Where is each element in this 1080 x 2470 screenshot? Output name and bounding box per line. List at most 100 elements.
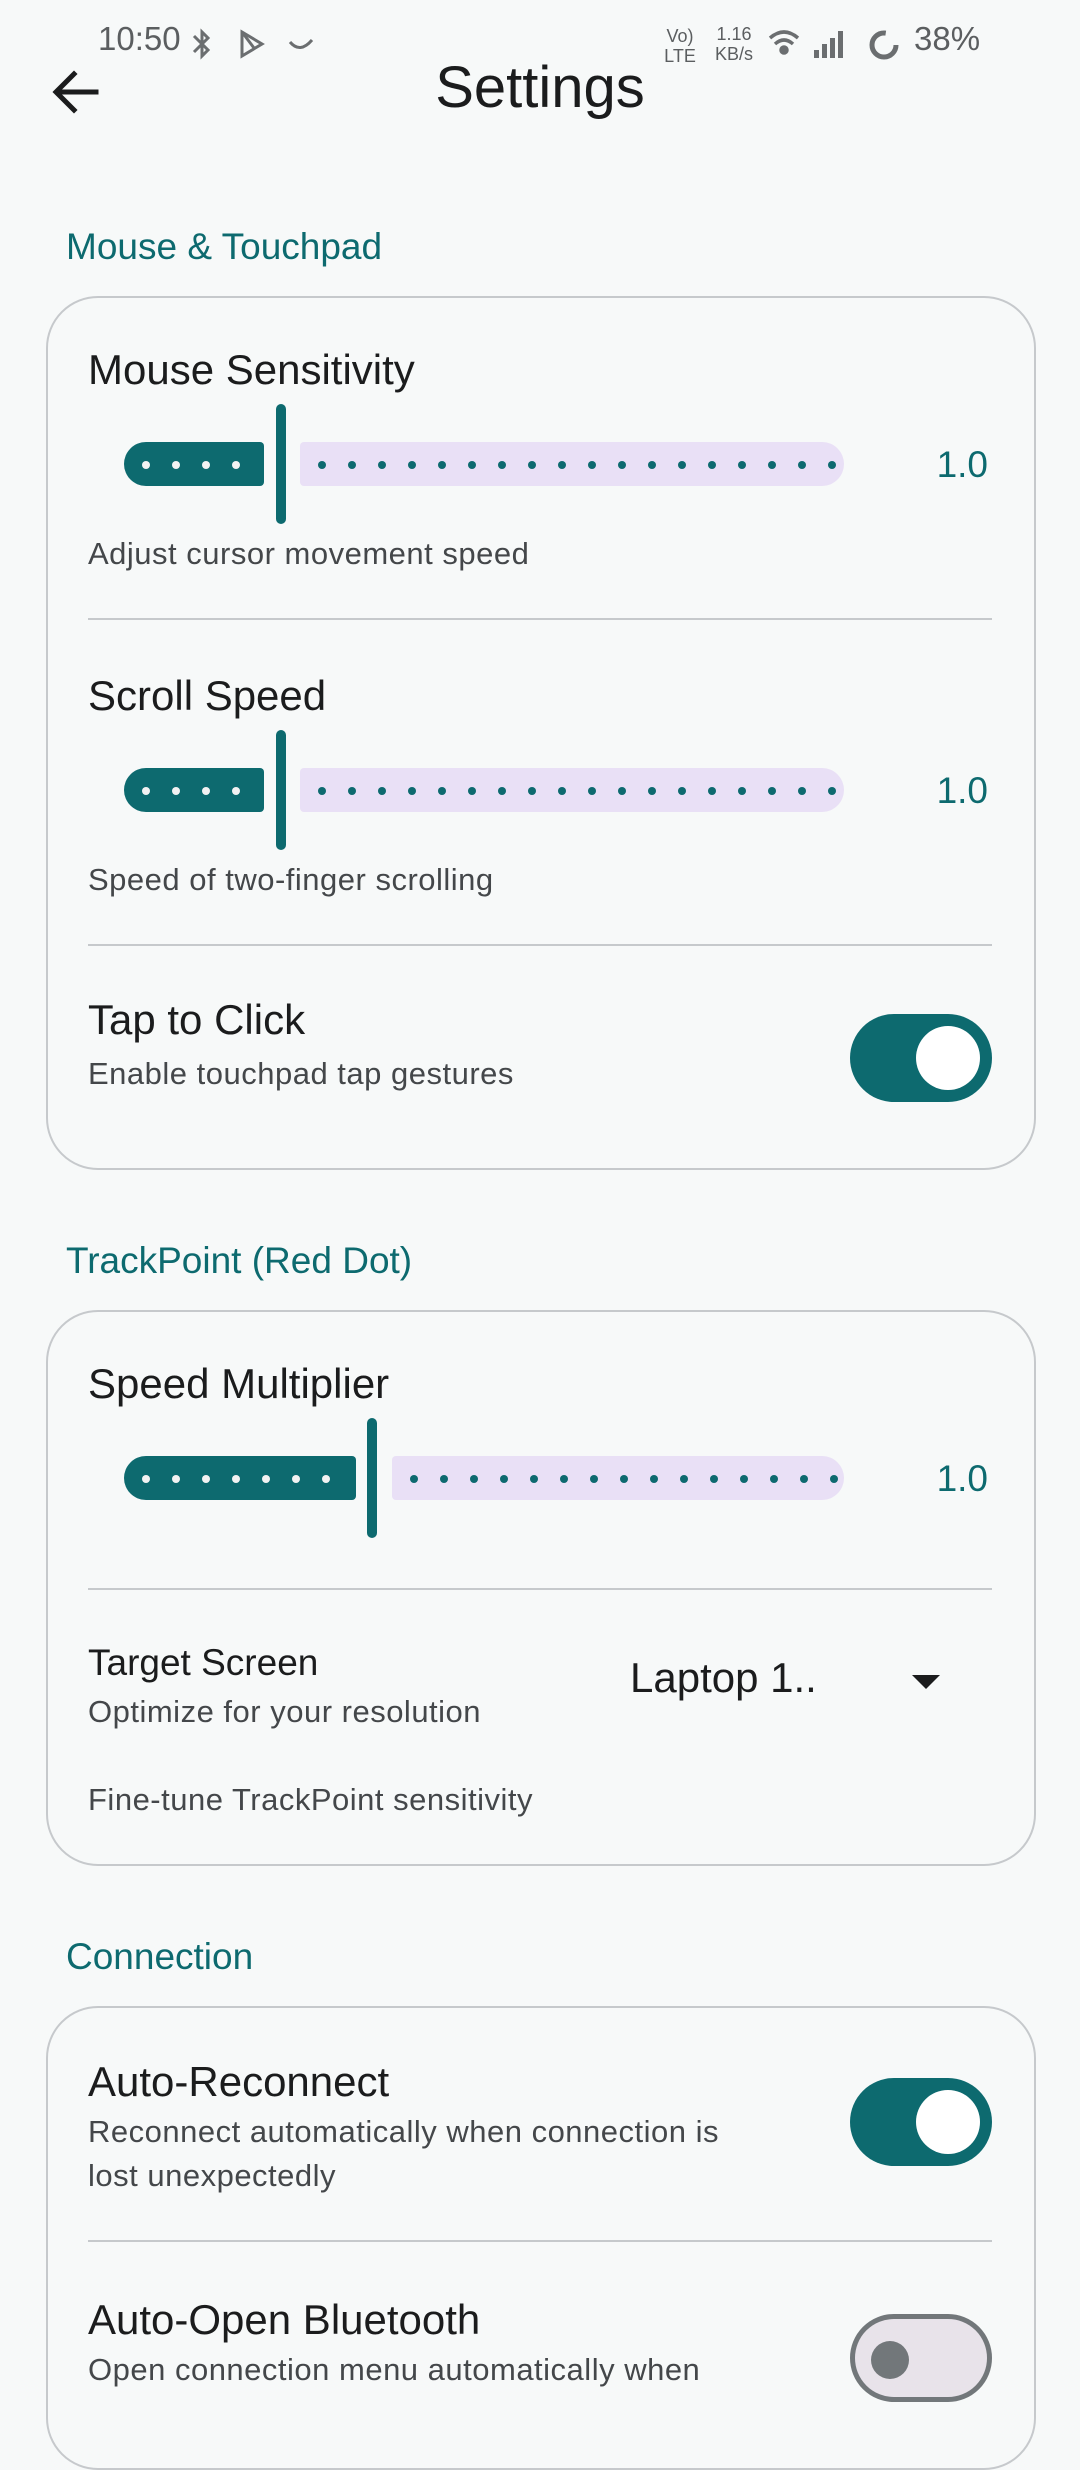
slider-active-track — [124, 442, 264, 486]
slider-tick-dot — [588, 461, 596, 469]
slider-tick-dot — [530, 1475, 538, 1483]
mouse-sensitivity-value: 1.0 — [936, 444, 988, 485]
slider-tick-dot — [708, 787, 716, 795]
scroll-speed-value: 1.0 — [936, 770, 988, 811]
switch-knob — [871, 2341, 909, 2379]
mouse-sensitivity-label: Mouse Sensitivity — [88, 346, 415, 393]
switch-knob — [916, 1026, 980, 1090]
slider-tick-dot — [710, 1475, 718, 1483]
slider-tick-dot — [590, 1475, 598, 1483]
switch-knob — [916, 2090, 980, 2154]
slider-tick-dot — [292, 1475, 300, 1483]
slider-tick-dot — [348, 461, 356, 469]
battery-percent: 38% — [914, 20, 981, 57]
play-store-icon — [240, 29, 265, 59]
section-title-connection: Connection — [66, 1936, 254, 1977]
slider-tick-dot — [172, 1475, 180, 1483]
slider-tick-dot — [618, 787, 626, 795]
section-title-trackpoint: TrackPoint (Red Dot) — [66, 1240, 413, 1281]
slider-tick-dot — [798, 461, 806, 469]
slider-tick-dot — [440, 1475, 448, 1483]
slider-tick-dot — [468, 461, 476, 469]
speed-multiplier-value: 1.0 — [936, 1458, 988, 1499]
tap-to-click-description: Enable touchpad tap gestures — [88, 1056, 514, 1091]
auto-open-bluetooth-description: Open connection menu automatically when — [88, 2352, 701, 2387]
slider-thumb[interactable] — [276, 404, 286, 524]
slider-tick-dot — [500, 1475, 508, 1483]
slider-tick-dot — [438, 787, 446, 795]
target-screen-description: Optimize for your resolution — [88, 1694, 482, 1729]
slider-tick-dot — [588, 787, 596, 795]
auto-reconnect-description-line2: lost unexpectedly — [88, 2158, 337, 2193]
slider-inactive-track — [300, 442, 844, 486]
slider-thumb[interactable] — [276, 730, 286, 850]
target-screen-dropdown[interactable]: Laptop 1.. — [610, 1634, 970, 1730]
slider-tick-dot — [528, 461, 536, 469]
slider-tick-dot — [768, 787, 776, 795]
slider-tick-dot — [438, 461, 446, 469]
slider-tick-dot — [142, 1475, 150, 1483]
slider-tick-dot — [560, 1475, 568, 1483]
auto-open-bluetooth-switch[interactable] — [850, 2314, 992, 2402]
slider-tick-dot — [322, 1475, 330, 1483]
slider-tick-dot — [142, 461, 150, 469]
slider-tick-dot — [650, 1475, 658, 1483]
slider-tick-dot — [798, 787, 806, 795]
slider-tick-dot — [262, 1475, 270, 1483]
slider-tick-dot — [528, 787, 536, 795]
slider-tick-dot — [678, 461, 686, 469]
slider-tick-dot — [558, 461, 566, 469]
slider-tick-dot — [468, 787, 476, 795]
slider-tick-dot — [202, 1475, 210, 1483]
slider-tick-dot — [410, 1475, 418, 1483]
auto-reconnect-switch[interactable] — [850, 2078, 992, 2166]
slider-tick-dot — [678, 787, 686, 795]
slider-inactive-track — [392, 1456, 844, 1500]
slider-tick-dot — [740, 1475, 748, 1483]
divider — [88, 2240, 992, 2242]
slider-tick-dot — [232, 1475, 240, 1483]
speed-multiplier-label: Speed Multiplier — [88, 1360, 390, 1407]
slider-tick-dot — [202, 461, 210, 469]
slider-tick-dot — [828, 787, 836, 795]
speed-multiplier-slider[interactable] — [124, 1418, 844, 1538]
slider-tick-dot — [800, 1475, 808, 1483]
slider-tick-dot — [318, 461, 326, 469]
slider-tick-dot — [498, 787, 506, 795]
slider-tick-dot — [142, 787, 150, 795]
slider-tick-dot — [378, 461, 386, 469]
bluetooth-icon — [192, 28, 211, 60]
trackpoint-footer-text: Fine-tune TrackPoint sensitivity — [88, 1782, 534, 1817]
slider-tick-dot — [318, 787, 326, 795]
slider-tick-dot — [232, 461, 240, 469]
mouse-sensitivity-slider[interactable] — [124, 404, 844, 524]
slider-thumb[interactable] — [367, 1418, 377, 1538]
auto-reconnect-label: Auto-Reconnect — [88, 2058, 390, 2105]
target-screen-label: Target Screen — [88, 1642, 319, 1683]
wifi-icon — [768, 30, 800, 55]
slider-tick-dot — [648, 787, 656, 795]
slider-tick-dot — [770, 1475, 778, 1483]
slider-tick-dot — [470, 1475, 478, 1483]
slider-tick-dot — [232, 787, 240, 795]
scroll-speed-slider[interactable] — [124, 730, 844, 850]
status-time: 10:50 — [98, 20, 181, 57]
slider-tick-dot — [830, 1475, 838, 1483]
slider-tick-dot — [172, 461, 180, 469]
divider — [88, 944, 992, 946]
slider-tick-dot — [378, 787, 386, 795]
slider-inactive-track — [300, 768, 844, 812]
scroll-speed-description: Speed of two-finger scrolling — [88, 862, 494, 897]
slider-tick-dot — [618, 461, 626, 469]
slider-tick-dot — [680, 1475, 688, 1483]
scroll-speed-label: Scroll Speed — [88, 672, 327, 719]
divider — [88, 1588, 992, 1590]
tap-to-click-switch[interactable] — [850, 1014, 992, 1102]
gesture-icon — [288, 38, 314, 49]
slider-tick-dot — [738, 461, 746, 469]
slider-tick-dot — [408, 461, 416, 469]
divider — [88, 618, 992, 620]
slider-tick-dot — [708, 461, 716, 469]
slider-active-track — [124, 768, 264, 812]
slider-tick-dot — [348, 787, 356, 795]
